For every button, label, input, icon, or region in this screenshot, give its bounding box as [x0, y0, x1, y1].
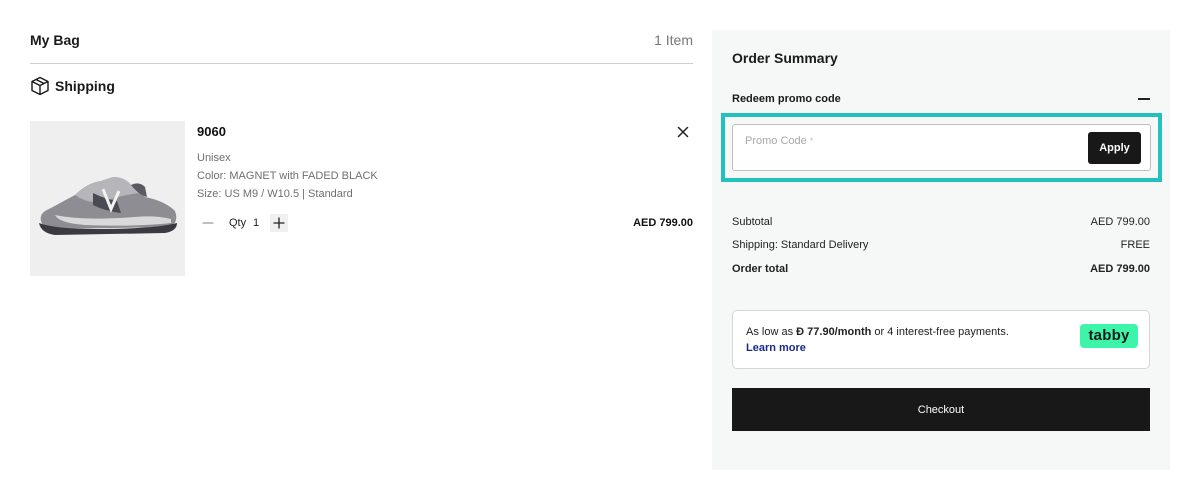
promo-code-input[interactable] [733, 125, 1073, 170]
subtotal-label: Subtotal [732, 216, 773, 228]
product-name[interactable]: 9060 [197, 124, 226, 139]
qty-value: 1 [253, 217, 260, 229]
quantity-stepper: Qty 1 AED 799.00 [197, 213, 693, 233]
summary-title: Order Summary [732, 50, 838, 66]
tabby-prefix: As low as [746, 326, 794, 338]
apply-promo-button[interactable]: Apply [1088, 132, 1141, 164]
tabby-learn-more-link[interactable]: Learn more [746, 342, 806, 354]
sneaker-image [39, 177, 177, 235]
bag-header: My Bag 1 Item [30, 30, 693, 64]
plus-icon [273, 217, 285, 229]
close-icon [677, 126, 689, 138]
tabby-message: As low as Đ 77.90/month or 4 interest-fr… [746, 326, 1009, 338]
product-image[interactable] [30, 121, 185, 276]
tabby-suffix: or 4 interest-free payments. [874, 326, 1009, 338]
shipping-value: FREE [1120, 239, 1150, 251]
bag-item: 9060 Unisex Color: MAGNET with FADED BLA… [30, 121, 693, 276]
qty-label: Qty [229, 217, 247, 229]
subtotal-row: Subtotal AED 799.00 [732, 216, 1150, 230]
product-size: Size: US M9 / W10.5 | Standard [197, 188, 353, 200]
tabby-installments-banner: As low as Đ 77.90/month or 4 interest-fr… [732, 310, 1150, 369]
increase-qty-button[interactable] [270, 214, 288, 232]
checkout-button[interactable]: Checkout [732, 388, 1150, 431]
bag-item-count: 1 Item [654, 32, 693, 48]
shipping-method-label: Shipping: Standard Delivery [732, 239, 869, 251]
bag-title: My Bag [30, 32, 80, 48]
order-summary-panel: Order Summary Redeem promo code Promo Co… [712, 30, 1170, 470]
minus-icon [202, 222, 214, 224]
order-total-value: AED 799.00 [1090, 263, 1150, 275]
promo-code-field: Promo Code * Apply [732, 124, 1151, 171]
item-price: AED 799.00 [633, 217, 693, 229]
subtotal-value: AED 799.00 [1090, 216, 1150, 228]
shipping-row: Shipping: Standard Delivery FREE [732, 239, 1150, 253]
order-total-row: Order total AED 799.00 [732, 263, 1150, 277]
shipping-label: Shipping [55, 78, 115, 94]
product-gender: Unisex [197, 152, 231, 164]
product-color: Color: MAGNET with FADED BLACK [197, 170, 378, 182]
box-icon [30, 76, 50, 96]
tabby-logo: tabby [1080, 324, 1138, 348]
order-total-label: Order total [732, 263, 789, 275]
tabby-amount: 77.90/month [807, 326, 872, 338]
promo-code-toggle-label[interactable]: Redeem promo code [732, 93, 841, 105]
collapse-icon[interactable] [1138, 98, 1150, 100]
remove-item-button[interactable] [674, 123, 692, 141]
tabby-currency-symbol: Đ [796, 326, 805, 338]
decrease-qty-button[interactable] [199, 214, 217, 232]
